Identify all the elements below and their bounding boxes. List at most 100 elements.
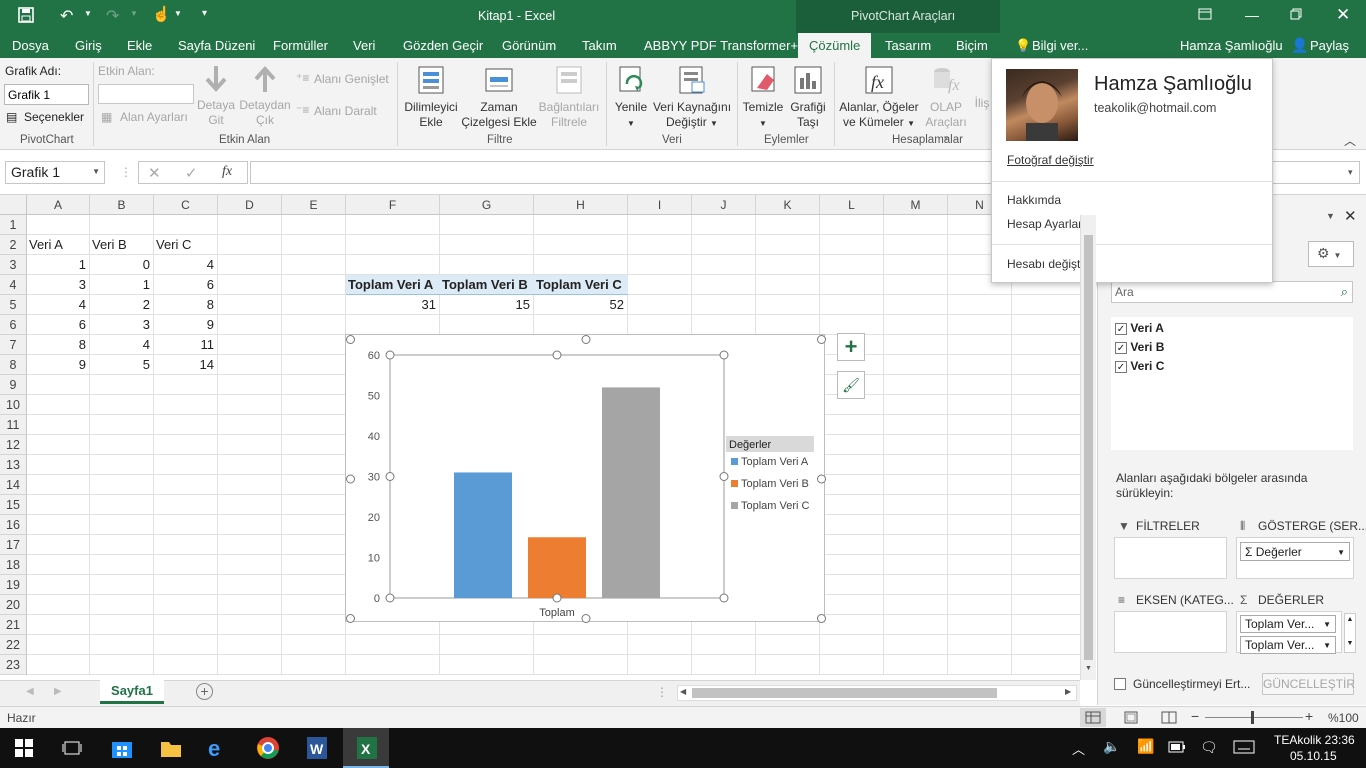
- change-photo-link[interactable]: Fotoğraf değiştir: [1007, 153, 1094, 167]
- row-header[interactable]: 22: [0, 635, 27, 655]
- chart-styles-brush-icon[interactable]: 🖌: [837, 371, 865, 399]
- cell[interactable]: 3: [27, 275, 90, 295]
- minimize-icon[interactable]: —: [1245, 7, 1259, 23]
- chevron-down-icon[interactable]: ▼: [1323, 641, 1331, 650]
- cell[interactable]: 6: [154, 275, 218, 295]
- tab-analyze[interactable]: Çözümle: [798, 33, 872, 58]
- store-icon[interactable]: [110, 736, 134, 763]
- cell[interactable]: 15: [440, 295, 534, 315]
- touch-dropdown-icon[interactable]: ▼: [174, 9, 182, 18]
- close-icon[interactable]: ✕: [1336, 5, 1350, 25]
- scroll-left-icon[interactable]: ◀: [680, 687, 686, 696]
- volume-icon[interactable]: 🔈: [1103, 738, 1120, 755]
- checkbox-checked-icon[interactable]: ✓: [1115, 342, 1127, 354]
- cell[interactable]: 5: [90, 355, 154, 375]
- column-header[interactable]: I: [628, 195, 692, 215]
- row-header[interactable]: 20: [0, 595, 27, 615]
- chart-name-input[interactable]: [4, 84, 89, 105]
- tab-abbyy[interactable]: ABBYY PDF Transformer+: [644, 38, 798, 53]
- name-box-dropdown-icon[interactable]: ▼: [92, 167, 100, 176]
- cell[interactable]: 8: [27, 335, 90, 355]
- chart-elements-plus-icon[interactable]: +: [837, 333, 865, 361]
- value-item-dropdown[interactable]: Toplam Ver... ▼: [1240, 615, 1336, 633]
- row-header[interactable]: 7: [0, 335, 27, 355]
- row-header[interactable]: 23: [0, 655, 27, 675]
- ribbon-display-options-icon[interactable]: [1198, 8, 1212, 23]
- row-header[interactable]: 18: [0, 555, 27, 575]
- network-icon[interactable]: 📶: [1137, 738, 1154, 755]
- checkbox-checked-icon[interactable]: ✓: [1115, 361, 1127, 373]
- cell[interactable]: 1: [27, 255, 90, 275]
- cell[interactable]: Toplam Veri A: [346, 275, 440, 295]
- legend-drop-zone[interactable]: Σ Değerler ▼: [1236, 537, 1354, 579]
- row-header[interactable]: 17: [0, 535, 27, 555]
- cell[interactable]: 3: [90, 315, 154, 335]
- row-header[interactable]: 5: [0, 295, 27, 315]
- touch-mode-icon[interactable]: ☝: [152, 5, 171, 23]
- name-box[interactable]: Grafik 1 ▼: [5, 161, 105, 184]
- zoom-in-icon[interactable]: +: [1305, 708, 1313, 724]
- prev-sheet-icon[interactable]: ◀: [26, 686, 34, 697]
- new-sheet-icon[interactable]: +: [196, 683, 213, 700]
- cell[interactable]: 1: [90, 275, 154, 295]
- column-header[interactable]: L: [820, 195, 884, 215]
- tab-design[interactable]: Tasarım: [885, 38, 931, 53]
- checkbox-checked-icon[interactable]: ✓: [1115, 323, 1127, 335]
- about-me-link[interactable]: Hakkımda: [1007, 193, 1061, 207]
- tab-insert[interactable]: Ekle: [127, 38, 152, 53]
- page-layout-view-icon[interactable]: [1118, 708, 1144, 727]
- tab-data[interactable]: Veri: [353, 38, 375, 53]
- row-header[interactable]: 16: [0, 515, 27, 535]
- legend-item-dropdown[interactable]: Σ Değerler ▼: [1240, 542, 1350, 561]
- row-header[interactable]: 1: [0, 215, 27, 235]
- tab-team[interactable]: Takım: [582, 38, 617, 53]
- battery-icon[interactable]: [1168, 740, 1186, 757]
- horizontal-scrollbar[interactable]: ◀ ▶: [677, 685, 1077, 701]
- tab-file[interactable]: Dosya: [12, 38, 49, 53]
- column-header[interactable]: J: [692, 195, 756, 215]
- file-explorer-icon[interactable]: [159, 736, 183, 763]
- cell[interactable]: 2: [90, 295, 154, 315]
- normal-view-icon[interactable]: [1080, 708, 1106, 727]
- values-drop-zone[interactable]: Toplam Ver... ▼ Toplam Ver... ▼: [1236, 611, 1342, 654]
- column-header[interactable]: K: [756, 195, 820, 215]
- options-button[interactable]: Seçenekler: [24, 110, 84, 124]
- pane-close-icon[interactable]: ✕: [1344, 207, 1357, 225]
- zoom-level[interactable]: %100: [1328, 711, 1359, 725]
- values-scrollbar[interactable]: ▲ ▼: [1344, 613, 1356, 653]
- filters-drop-zone[interactable]: [1114, 537, 1227, 579]
- cell[interactable]: 4: [90, 335, 154, 355]
- cell[interactable]: 6: [27, 315, 90, 335]
- cell[interactable]: Veri C: [156, 235, 216, 255]
- row-header[interactable]: 21: [0, 615, 27, 635]
- insert-timeline-button[interactable]: Zaman Çizelgesi Ekle: [460, 64, 538, 130]
- column-header[interactable]: G: [440, 195, 534, 215]
- field-search-input[interactable]: Ara ⌕: [1111, 281, 1353, 303]
- cell[interactable]: Veri B: [92, 235, 152, 255]
- row-header[interactable]: 4: [0, 275, 27, 295]
- defer-update-checkbox[interactable]: [1114, 678, 1126, 690]
- row-header[interactable]: 11: [0, 415, 27, 435]
- row-header[interactable]: 15: [0, 495, 27, 515]
- notifications-icon[interactable]: 🗨: [1200, 739, 1218, 756]
- next-sheet-icon[interactable]: ▶: [54, 686, 62, 697]
- row-header[interactable]: 2: [0, 235, 27, 255]
- column-header[interactable]: D: [218, 195, 282, 215]
- scroll-right-icon[interactable]: ▶: [1065, 687, 1071, 696]
- row-header[interactable]: 13: [0, 455, 27, 475]
- cell[interactable]: 8: [154, 295, 218, 315]
- select-all-corner[interactable]: [0, 195, 27, 215]
- keyboard-icon[interactable]: [1233, 740, 1255, 757]
- row-header[interactable]: 6: [0, 315, 27, 335]
- cell[interactable]: 9: [27, 355, 90, 375]
- account-name[interactable]: Hamza Şamlıoğlu: [1180, 38, 1283, 53]
- zoom-slider[interactable]: [1205, 717, 1303, 718]
- tab-page-layout[interactable]: Sayfa Düzeni: [178, 38, 255, 53]
- sheet-tab-sayfa1[interactable]: Sayfa1: [100, 680, 164, 704]
- switch-account-link[interactable]: Hesabı değiştir: [1007, 257, 1087, 271]
- layout-gear-icon[interactable]: ⚙ ▼: [1308, 241, 1354, 267]
- expand-formula-bar-icon[interactable]: ▾: [1348, 167, 1353, 178]
- row-header[interactable]: 14: [0, 475, 27, 495]
- cell[interactable]: 4: [154, 255, 218, 275]
- windows-start-icon[interactable]: [15, 739, 33, 760]
